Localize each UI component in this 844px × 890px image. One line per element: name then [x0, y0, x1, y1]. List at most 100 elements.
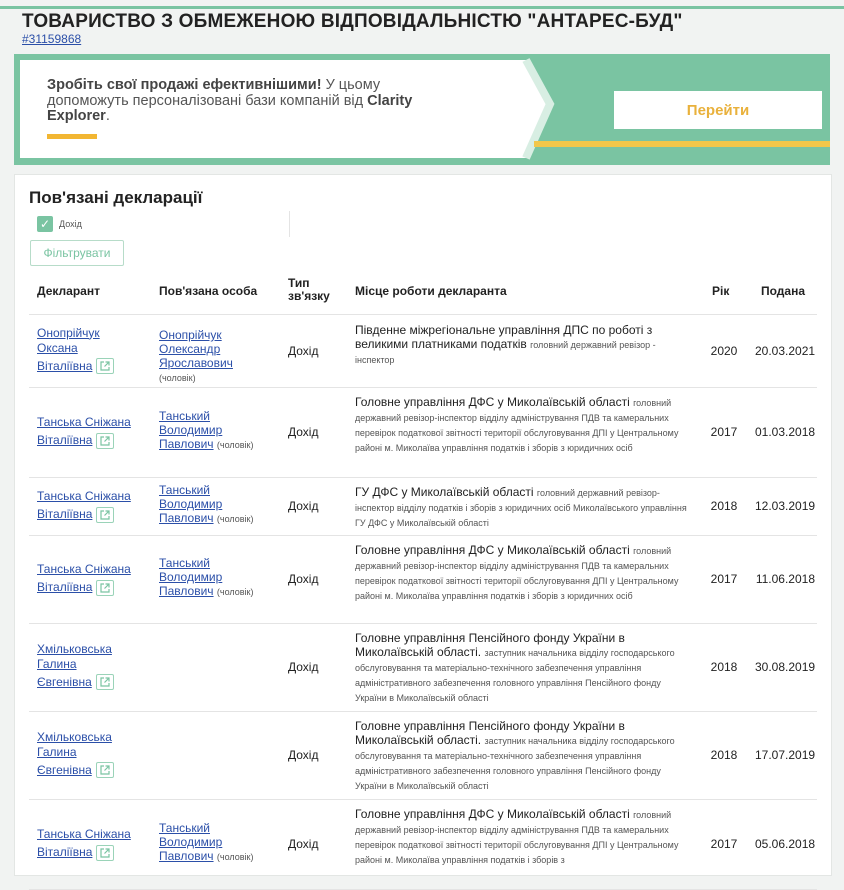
external-link-icon[interactable]	[96, 506, 115, 523]
header-declarant: Декларант	[37, 284, 100, 298]
panel-title: Пов'язані декларації	[29, 188, 203, 207]
declarant-link[interactable]: Танська Сніжана	[37, 562, 131, 576]
related-person-cell: Танський Володимир Павлович (чоловік)	[159, 821, 279, 864]
declarant-cell: Хмільковська Галина Євгенівна	[37, 730, 147, 780]
header-related: Пов'язана особа	[159, 284, 258, 298]
related-person-link[interactable]: Онопрійчук	[159, 328, 222, 342]
declarant-cell: Онопрійчук Оксана Віталіївна	[37, 326, 147, 376]
related-person-link[interactable]: Володимир	[159, 570, 222, 584]
related-person-link[interactable]: Ярославович	[159, 356, 233, 370]
declarant-link[interactable]: Хмільковська	[37, 730, 112, 744]
related-person-cell: Онопрійчук Олександр Ярославович (чоловік)	[159, 328, 279, 385]
go-button[interactable]: Перейти	[614, 91, 822, 129]
declarant-link[interactable]: Віталіївна	[37, 433, 92, 447]
check-icon: ✓	[39, 217, 51, 231]
declarant-link[interactable]: Галина	[37, 745, 77, 759]
relation-type: Дохід	[288, 344, 319, 358]
declarant-link[interactable]: Онопрійчук	[37, 326, 100, 340]
declarant-link[interactable]: Віталіївна	[37, 845, 92, 859]
income-filter-checkbox[interactable]: ✓	[37, 216, 53, 232]
submitted-date: 11.06.2018	[755, 572, 815, 586]
declarant-link[interactable]: Євгенівна	[37, 763, 92, 777]
related-person-link[interactable]: Танський	[159, 409, 210, 423]
external-link-icon[interactable]	[96, 432, 115, 449]
declarant-cell: Танська Сніжана Віталіївна	[37, 489, 147, 524]
submitted-date: 17.07.2019	[755, 748, 816, 762]
external-link-icon[interactable]	[96, 844, 115, 861]
table-row: Танська Сніжана Віталіївна Танський Володим…	[29, 387, 817, 478]
declarant-link[interactable]: Віталіївна	[37, 359, 92, 373]
related-person-link[interactable]: Олександр	[159, 342, 220, 356]
declarant-link[interactable]: Танська Сніжана	[37, 827, 131, 841]
declarant-link[interactable]: Євгенівна	[37, 675, 92, 689]
related-person-link[interactable]: Танський	[159, 483, 210, 497]
related-person-cell: Танський Володимир Павлович (чоловік)	[159, 409, 279, 452]
relation-label: (чоловік)	[216, 514, 254, 524]
table-row: Хмільковська Галина Євгенівна Дохід Головне …	[29, 623, 817, 712]
workplace-cell: Головне управління ДФС у Миколаївській о…	[355, 395, 695, 455]
relation-type: Дохід	[288, 572, 319, 586]
relation-type: Дохід	[288, 748, 319, 762]
relation-label: (чоловік)	[216, 440, 254, 450]
declarant-link[interactable]: Галина	[37, 657, 77, 671]
table-row: Танська Сніжана Віталіївна Танський Володим…	[29, 799, 817, 890]
related-person-link[interactable]: Павлович	[159, 437, 214, 451]
workplace-name: ГУ ДФС у Миколаївській області	[355, 485, 534, 499]
workplace-cell: Головне управління Пенсійного фонду Укра…	[355, 719, 695, 793]
external-link-icon[interactable]	[96, 358, 115, 375]
declarant-link[interactable]: Оксана	[37, 341, 78, 355]
external-link-icon[interactable]	[95, 762, 114, 779]
workplace-cell: Головне управління ДФС у Миколаївській о…	[355, 807, 695, 867]
workplace-cell: Головне управління Пенсійного фонду Укра…	[355, 631, 695, 705]
declarant-link[interactable]: Віталіївна	[37, 580, 92, 594]
related-person-link[interactable]: Павлович	[159, 849, 214, 863]
declarations-panel: Пов'язані декларації ✓ Дохід Фільтрувати…	[14, 174, 832, 890]
workplace-cell: Південне міжрегіональне управління ДПС п…	[355, 323, 695, 367]
year-cell: 2017	[710, 425, 738, 439]
year-cell: 2020	[710, 344, 738, 358]
header-submitted: Подана	[761, 284, 806, 298]
declarant-link[interactable]: Віталіївна	[37, 507, 92, 521]
related-person-link[interactable]: Павлович	[159, 511, 214, 525]
top-accent-line	[0, 6, 844, 9]
declarant-link[interactable]: Танська Сніжана	[37, 415, 131, 429]
declarant-cell: Танська Сніжана Віталіївна	[37, 562, 147, 597]
promo-banner: Зробіть свої продажі ефективнішими! У ць…	[14, 54, 830, 165]
workplace-name: Головне управління ДФС у Миколаївській о…	[355, 807, 630, 821]
year-cell: 2018	[710, 748, 738, 762]
submitted-date: 01.03.2018	[755, 425, 816, 439]
header-year: Рік	[712, 284, 730, 298]
submitted-date: 05.06.2018	[755, 837, 816, 851]
submitted-date: 12.03.2019	[755, 499, 816, 513]
related-person-link[interactable]: Володимир	[159, 835, 222, 849]
declarant-link[interactable]: Танська Сніжана	[37, 489, 131, 503]
relation-label: (чоловік)	[216, 852, 254, 862]
related-person-link[interactable]: Володимир	[159, 423, 222, 437]
table-row: Онопрійчук Оксана Віталіївна Онопрійчук Олек…	[29, 315, 817, 388]
banner-text: Зробіть свої продажі ефективнішими! У ць…	[47, 77, 447, 125]
related-person-link[interactable]: Володимир	[159, 497, 222, 511]
year-cell: 2018	[710, 499, 738, 513]
related-person-link[interactable]: Танський	[159, 821, 210, 835]
income-filter-label: Дохід	[59, 219, 82, 229]
relation-type: Дохід	[288, 837, 319, 851]
related-person-link[interactable]: Павлович	[159, 584, 214, 598]
workplace-cell: ГУ ДФС у Миколаївській області головний …	[355, 485, 695, 530]
header-type: Тип зв'язку	[288, 276, 330, 303]
year-cell: 2017	[710, 572, 738, 586]
submitted-date: 30.08.2019	[755, 660, 816, 674]
external-link-icon[interactable]	[95, 674, 114, 691]
declarant-link[interactable]: Хмільковська	[37, 642, 112, 656]
relation-type: Дохід	[288, 425, 319, 439]
relation-type: Дохід	[288, 660, 319, 674]
year-cell: 2018	[710, 660, 738, 674]
filter-button[interactable]: Фільтрувати	[30, 240, 124, 266]
relation-label: (чоловік)	[216, 587, 254, 597]
workplace-name: Головне управління ДФС у Миколаївській о…	[355, 543, 630, 557]
external-link-icon[interactable]	[96, 579, 115, 596]
header-workplace: Місце роботи декларанта	[355, 284, 507, 298]
table-row: Хмільковська Галина Євгенівна Дохід Головне …	[29, 711, 817, 800]
submitted-date: 20.03.2021	[755, 344, 816, 358]
related-person-link[interactable]: Танський	[159, 556, 210, 570]
company-id-link[interactable]: #31159868	[22, 32, 81, 46]
